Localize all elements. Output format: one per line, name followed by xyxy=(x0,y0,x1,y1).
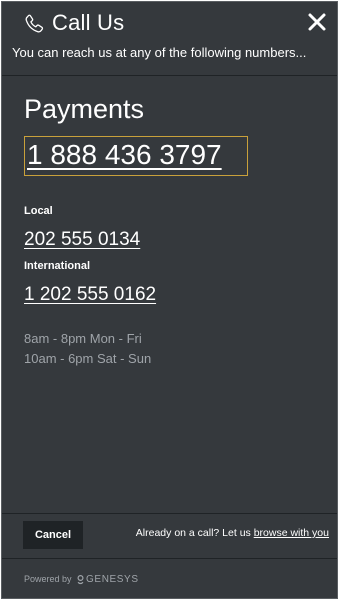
browse-with-you-link[interactable]: browse with you xyxy=(254,527,329,539)
local-label: Local xyxy=(24,205,53,217)
phone-icon xyxy=(25,14,44,33)
widget-subtitle: You can reach us at any of the following… xyxy=(12,45,307,60)
cancel-button[interactable]: Cancel xyxy=(23,521,83,549)
cobrowse-prefix: Already on a call? Let us xyxy=(135,527,254,539)
brand-name: GENESYS xyxy=(86,574,139,585)
powered-by-bar: Powered by GENESYS xyxy=(2,558,337,599)
primary-number-box: 1 888 436 3797 xyxy=(24,136,248,176)
genesys-logo-icon xyxy=(77,575,84,585)
call-us-widget: Call Us You can reach us at any of the f… xyxy=(1,1,338,599)
international-phone-link[interactable]: 1 202 555 0162 xyxy=(24,284,156,306)
local-phone-link[interactable]: 202 555 0134 xyxy=(24,229,140,251)
hours-weekend: 10am - 6pm Sat - Sun xyxy=(24,351,152,366)
powered-by-text: Powered by GENESYS xyxy=(24,574,139,585)
international-label: International xyxy=(24,260,91,272)
close-icon[interactable] xyxy=(307,12,327,32)
hours-weekday: 8am - 8pm Mon - Fri xyxy=(24,331,142,346)
cobrowse-prompt: Already on a call? Let us browse with yo… xyxy=(136,527,329,539)
primary-phone-link[interactable]: 1 888 436 3797 xyxy=(27,137,245,173)
widget-footer: Cancel Already on a call? Let us browse … xyxy=(2,513,337,557)
section-title: Payments xyxy=(24,94,145,124)
widget-header: Call Us You can reach us at any of the f… xyxy=(2,2,337,76)
powered-by-label: Powered by xyxy=(24,574,72,584)
widget-title: Call Us xyxy=(52,10,125,35)
